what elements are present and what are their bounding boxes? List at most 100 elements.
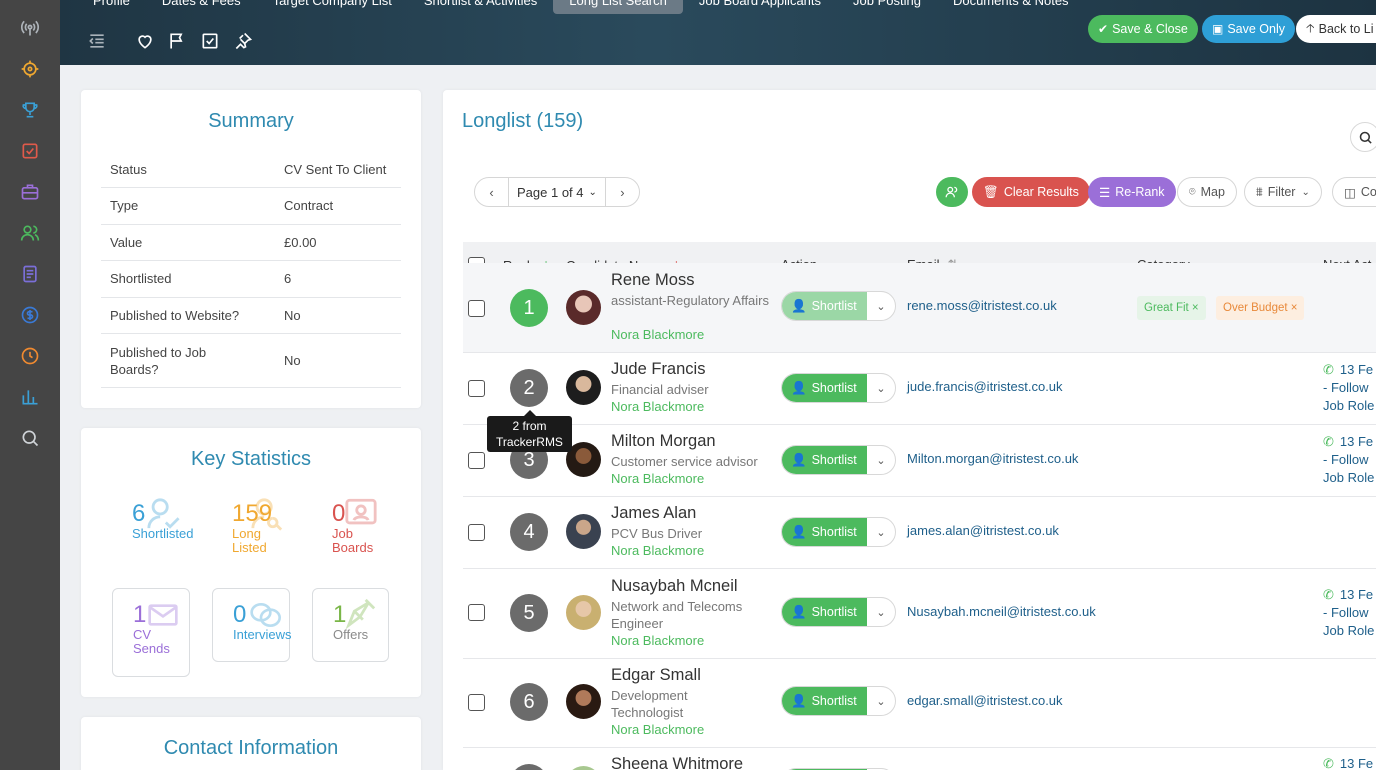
candidate-owner[interactable]: Nora Blackmore: [611, 471, 704, 486]
tab-documents-notes[interactable]: Documents & Notes: [937, 0, 1085, 14]
tab-job-posting[interactable]: Job Posting: [837, 0, 937, 14]
tab-job-board-applicants[interactable]: Job Board Applicants: [683, 0, 837, 14]
stat-shortlisted[interactable]: 6 Shortlisted: [132, 498, 193, 541]
prev-page-button[interactable]: ‹: [475, 178, 508, 206]
candidate-email[interactable]: jude.francis@itristest.co.uk: [907, 379, 1063, 394]
document-icon[interactable]: [19, 263, 41, 285]
tab-long-list-search[interactable]: Long List Search: [553, 0, 683, 14]
checklist-icon[interactable]: [19, 140, 41, 162]
search-icon[interactable]: [19, 427, 41, 449]
next-action[interactable]: ✆ 13 Fe - Follow Job Role: [1323, 361, 1374, 415]
bar-chart-icon[interactable]: [19, 386, 41, 408]
user-plus-icon: 👤: [791, 604, 807, 619]
candidate-name[interactable]: Rene Moss: [611, 271, 694, 290]
broadcast-icon[interactable]: [19, 17, 41, 39]
candidate-owner[interactable]: Nora Blackmore: [611, 543, 704, 558]
user-check-icon: [147, 498, 180, 529]
candidate-email[interactable]: Milton.morgan@itristest.co.uk: [907, 451, 1078, 466]
tag-over-budget[interactable]: Over Budget ×: [1216, 296, 1305, 320]
shortlist-control: 👤 Shortlist ⌄: [781, 517, 896, 547]
candidate-email[interactable]: edgar.small@itristest.co.uk: [907, 693, 1063, 708]
row-checkbox[interactable]: [468, 300, 485, 317]
candidate-owner[interactable]: Nora Blackmore: [611, 633, 704, 648]
checkbox-icon[interactable]: [199, 30, 221, 52]
candidate-owner[interactable]: Nora Blackmore: [611, 399, 704, 414]
row-checkbox[interactable]: [468, 380, 485, 397]
user-plus-icon: 👤: [791, 693, 807, 708]
stat-long-listed[interactable]: 159 Long Listed: [232, 498, 287, 555]
candidate-name[interactable]: Sheena Whitmore: [611, 755, 743, 770]
filter-button[interactable]: ⩩ Filter ⌄: [1244, 177, 1322, 207]
shortlist-dropdown-chevron-icon[interactable]: ⌄: [867, 687, 895, 715]
candidate-email[interactable]: Nusaybah.mcneil@itristest.co.uk: [907, 604, 1096, 619]
row-checkbox[interactable]: [468, 604, 485, 621]
row-checkbox[interactable]: [468, 452, 485, 469]
user-plus-icon: 👤: [791, 524, 807, 539]
clear-results-button[interactable]: 🗑 Clear Results: [972, 177, 1090, 207]
tab-dates-fees[interactable]: Dates & Fees: [146, 0, 257, 14]
shortlist-dropdown-chevron-icon[interactable]: ⌄: [867, 598, 895, 626]
pin-icon[interactable]: [232, 30, 254, 52]
shortlist-button[interactable]: 👤 Shortlist: [782, 446, 867, 474]
columns-button[interactable]: ◫ Co: [1332, 177, 1376, 207]
summary-row-shortlisted: Shortlisted 6: [101, 261, 401, 298]
next-action[interactable]: ✆ 13 Fe - Follow Job Role: [1323, 433, 1374, 487]
shortlist-dropdown-chevron-icon[interactable]: ⌄: [867, 374, 895, 402]
chat-bubbles-icon: [250, 603, 281, 627]
candidate-email[interactable]: james.alan@itristest.co.uk: [907, 523, 1059, 538]
next-action[interactable]: ✆ 13 Fe: [1323, 755, 1373, 770]
money-icon[interactable]: [19, 304, 41, 326]
heart-icon[interactable]: [134, 30, 156, 52]
candidate-name[interactable]: Milton Morgan: [611, 432, 716, 451]
shortlist-dropdown-chevron-icon[interactable]: ⌄: [867, 292, 895, 320]
shortlist-button[interactable]: 👤 Shortlist: [782, 518, 867, 546]
save-only-button[interactable]: ▣ Save Only: [1202, 15, 1296, 43]
shortlist-button[interactable]: 👤 Shortlist: [782, 687, 867, 715]
shortlist-control: 👤 Shortlist ⌄: [781, 597, 896, 627]
flag-icon[interactable]: [166, 30, 188, 52]
clock-icon[interactable]: [19, 345, 41, 367]
longlist-search-button[interactable]: [1350, 122, 1376, 152]
page-select[interactable]: Page 1 of 4 ⌄: [508, 178, 606, 206]
stat-job-boards[interactable]: 0 Job Boards: [332, 498, 387, 555]
back-to-list-button[interactable]: 🡡 Back to Li: [1296, 15, 1376, 43]
tab-target-company-list[interactable]: Target Company List: [257, 0, 408, 14]
row-checkbox[interactable]: [468, 694, 485, 711]
avatar: [566, 595, 601, 630]
tag-great-fit[interactable]: Great Fit ×: [1137, 296, 1206, 320]
summary-card: Summary Status CV Sent To Client Type Cont…: [81, 90, 421, 408]
longlist-card: Longlist (159) ‹ Page 1 of 4 ⌄ › 🗑 Clear R…: [443, 90, 1376, 770]
shortlist-dropdown-chevron-icon[interactable]: ⌄: [867, 446, 895, 474]
next-action[interactable]: ✆ 13 Fe - Follow Job Role: [1323, 586, 1374, 640]
tab-profile[interactable]: Profile: [60, 0, 146, 14]
add-candidates-button[interactable]: [936, 177, 968, 207]
save-close-button[interactable]: ✔ Save & Close: [1088, 15, 1198, 43]
re-rank-button[interactable]: ☰ Re-Rank: [1088, 177, 1176, 207]
candidate-name[interactable]: Jude Francis: [611, 360, 705, 379]
collapse-menu-icon[interactable]: [86, 30, 108, 52]
shortlist-button[interactable]: 👤 Shortlist: [782, 292, 867, 320]
candidate-name[interactable]: Edgar Small: [611, 666, 701, 685]
stat-offers-box[interactable]: 1 Offers: [312, 588, 389, 662]
candidate-name[interactable]: Nusaybah Mcneil: [611, 577, 738, 596]
pagination: ‹ Page 1 of 4 ⌄ ›: [474, 177, 640, 207]
tab-shortlist-activities[interactable]: Shortlist & Activities: [408, 0, 553, 14]
candidate-owner[interactable]: Nora Blackmore: [611, 327, 704, 342]
stat-cv-sends: 1 CV Sends: [133, 602, 183, 656]
candidate-role: Financial adviser: [611, 382, 709, 397]
target-icon[interactable]: [19, 58, 41, 80]
users-icon[interactable]: [19, 222, 41, 244]
stat-interviews-box[interactable]: 0 Interviews: [212, 588, 292, 662]
candidate-email[interactable]: rene.moss@itristest.co.uk: [907, 298, 1057, 313]
candidate-owner[interactable]: Nora Blackmore: [611, 722, 704, 737]
shortlist-button[interactable]: 👤 Shortlist: [782, 598, 867, 626]
briefcase-icon[interactable]: [19, 181, 41, 203]
map-button[interactable]: ⌾ Map: [1177, 177, 1237, 207]
candidate-name[interactable]: James Alan: [611, 504, 696, 523]
next-page-button[interactable]: ›: [606, 178, 639, 206]
trophy-icon[interactable]: [19, 99, 41, 121]
row-checkbox[interactable]: [468, 524, 485, 541]
shortlist-dropdown-chevron-icon[interactable]: ⌄: [867, 518, 895, 546]
shortlist-button[interactable]: 👤 Shortlist: [782, 374, 867, 402]
stat-cv-sends-box[interactable]: 1 CV Sends: [112, 588, 190, 677]
